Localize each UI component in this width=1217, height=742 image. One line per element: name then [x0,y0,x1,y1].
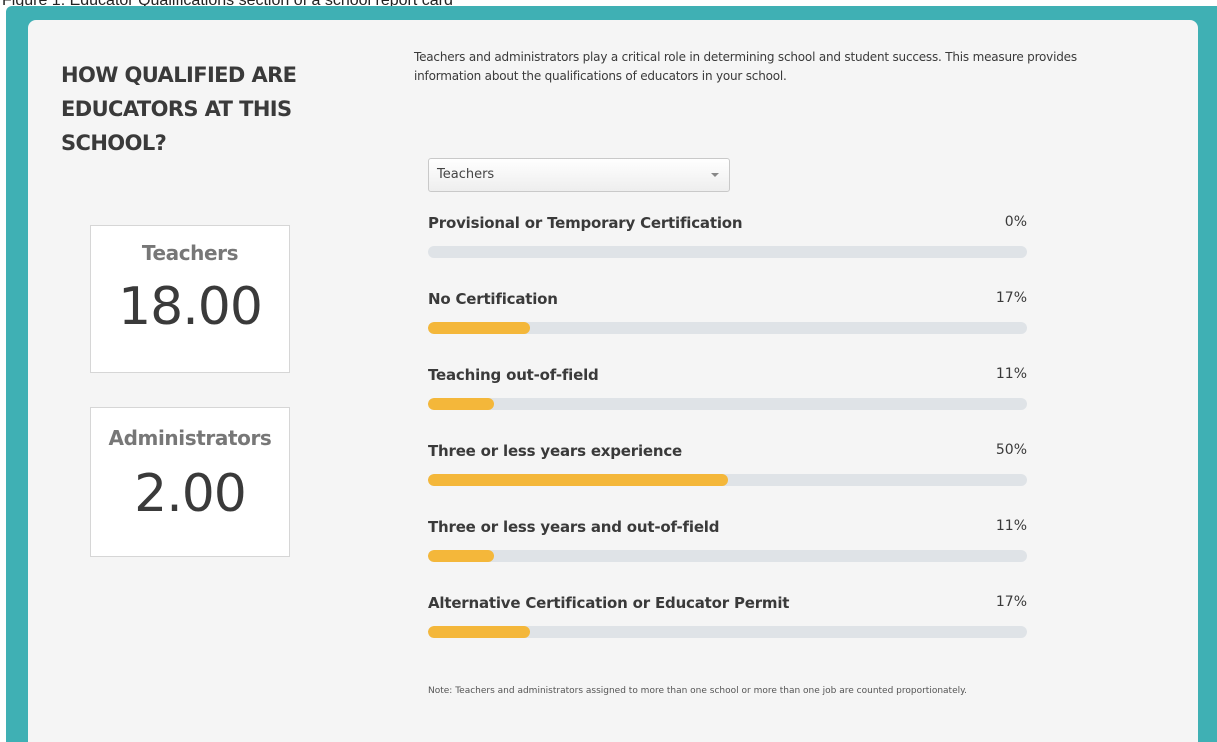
teachers-stat-label: Teachers [141,241,239,265]
bar-label: No Certification [428,290,558,308]
section-intro-text: Teachers and administrators play a criti… [414,50,1077,83]
bar-label: Three or less years and out-of-field [428,518,720,536]
bar-value-label: 17% [995,290,1027,306]
bar [428,398,494,410]
bar-label: Alternative Certification or Educator Pe… [428,594,790,612]
educator-type-select[interactable]: Teachers [428,158,730,192]
bar-value-label: 11% [995,366,1027,382]
bar-value-label: 50% [995,442,1027,458]
bar-row: Three or less years experience 50% [428,442,1028,518]
bar-row: Alternative Certification or Educator Pe… [428,594,1028,670]
bar [428,474,728,486]
bar-value-label: 17% [995,594,1027,610]
bar-value-label: 11% [995,518,1027,534]
bar [428,550,494,562]
administrators-stat-value: 2.00 [134,464,247,524]
bar-track [428,322,1027,334]
bar-row: Three or less years and out-of-field 11% [428,518,1028,594]
bar-label: Provisional or Temporary Certification [428,214,743,232]
teachers-stat-card: Teachers 18.00 [90,225,290,373]
footnote: Note: Teachers and administrators assign… [428,686,968,696]
bar-value-label: 0% [1004,214,1027,230]
bar-row: Provisional or Temporary Certification 0% [428,214,1028,290]
administrators-stat-card: Administrators 2.00 [90,407,290,557]
educator-qualifications-panel: HOW QUALIFIED ARE EDUCATORS AT THIS SCHO… [28,20,1198,742]
bar-label: Three or less years experience [428,442,683,460]
administrators-stat-label: Administrators [108,426,272,450]
chevron-down-icon [711,173,719,177]
bar-label: Teaching out-of-field [428,366,599,384]
educator-type-select-value: Teachers [437,167,495,182]
bar [428,626,530,638]
qualification-bar-chart: Provisional or Temporary Certification 0%… [428,214,1028,670]
bar-track [428,398,1027,410]
bar-track [428,550,1027,562]
bar [428,322,530,334]
bar-track [428,474,1027,486]
bar-row: Teaching out-of-field 11% [428,366,1028,442]
bar-row: No Certification 17% [428,290,1028,366]
bar-track [428,626,1027,638]
bar-track [428,246,1027,258]
section-heading: HOW QUALIFIED ARE EDUCATORS AT THIS SCHO… [61,63,297,155]
teachers-stat-value: 18.00 [118,277,263,337]
